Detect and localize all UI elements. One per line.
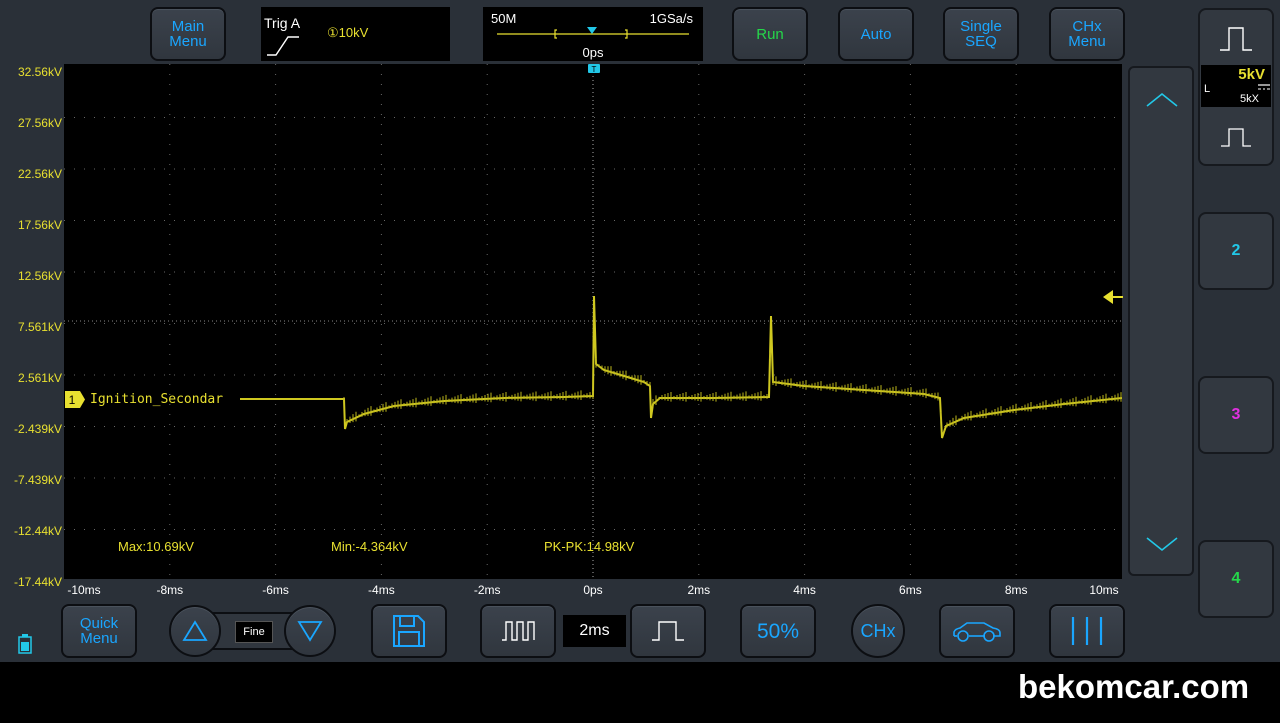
watermark: bekomcar.com <box>1018 668 1250 705</box>
x-axis-label: -4ms <box>368 583 395 597</box>
chevron-up-icon[interactable] <box>1145 90 1179 110</box>
y-axis-label: 2.561kV <box>17 371 62 385</box>
main-menu-label: Main Menu <box>169 18 207 50</box>
measurement-max: Max:10.69kV <box>118 539 194 554</box>
single-pulse-icon <box>652 621 684 641</box>
timebase-increase-button[interactable] <box>630 604 706 658</box>
x-axis-label: 0ps <box>583 583 603 597</box>
y-axis-label: -2.439kV <box>13 422 62 436</box>
x-axis-label: -2ms <box>473 583 501 597</box>
channel1-marker-number: 1 <box>69 393 76 407</box>
battery-icon <box>18 634 32 654</box>
timebase-offset: 0ps <box>582 45 604 60</box>
trigger-position-marker-icon: T <box>588 64 600 74</box>
quick-menu-button[interactable]: Quick Menu <box>61 604 137 658</box>
main-menu-button[interactable]: Main Menu <box>150 7 226 61</box>
chx-menu-button[interactable]: CHx Menu <box>1049 7 1125 61</box>
y-axis-label: 17.56kV <box>17 218 62 232</box>
channel1-scale-box[interactable]: 5kV L 5kX <box>1201 65 1271 107</box>
x-axis-label: 2ms <box>687 583 711 597</box>
y-axis-label: 22.56kV <box>17 167 62 181</box>
y-axis-label: 12.56kV <box>17 269 62 283</box>
fine-down-button[interactable] <box>284 605 336 657</box>
channel2-button[interactable]: 2 <box>1198 212 1274 290</box>
run-label: Run <box>756 25 784 43</box>
single-seq-label: Single SEQ <box>960 18 1002 50</box>
y-axis-label: -12.44kV <box>13 524 62 538</box>
measurement-pkpk: PK-PK:14.98kV <box>544 539 635 554</box>
oscilloscope-app: Main Menu Trig A ①10kV 50M 1GSa/s 0ps Ru… <box>0 0 1280 662</box>
quick-menu-label: Quick Menu <box>79 615 119 647</box>
single-seq-button[interactable]: Single SEQ <box>943 7 1019 61</box>
timebase-position-bar <box>497 27 689 39</box>
channel4-label: 4 <box>1231 570 1241 587</box>
x-axis-label: -8ms <box>156 583 184 597</box>
channel1-marker[interactable]: 1 <box>65 391 85 408</box>
y-axis-label: 32.56kV <box>17 65 62 79</box>
waveform-display[interactable] <box>64 64 1122 579</box>
channel1-coupling: L <box>1204 83 1211 95</box>
y-axis-label: 7.561kV <box>17 320 62 334</box>
y-axis-label: 27.56kV <box>17 116 62 130</box>
chx-button[interactable]: CHx <box>851 604 905 658</box>
chevron-down-icon[interactable] <box>1145 534 1179 554</box>
chx-menu-label: CHx Menu <box>1068 18 1106 50</box>
memory-depth: 50M <box>491 11 517 26</box>
cursor-lines-icon <box>1071 617 1103 645</box>
sample-rate: 1GSa/s <box>649 11 693 26</box>
x-axis-label: 4ms <box>793 583 816 597</box>
fine-mode-toggle[interactable]: Fine <box>235 621 273 643</box>
run-stop-button[interactable]: Run <box>732 7 808 61</box>
auto-diagnostics-button[interactable] <box>939 604 1015 658</box>
trigger-level: ①10kV <box>327 25 369 40</box>
pulse-train-icon <box>502 621 535 641</box>
fifty-percent-button[interactable]: 50% <box>740 604 816 658</box>
x-axis-label: 10ms <box>1089 583 1119 597</box>
trigger-title: Trig A <box>264 15 301 31</box>
chx-label: CHx <box>860 620 896 641</box>
single-pulse-icon <box>1221 128 1251 147</box>
fine-label: Fine <box>243 626 265 638</box>
y-axis-label: -7.439kV <box>13 473 62 487</box>
trigger-edge-icon <box>267 36 299 56</box>
channel3-label: 3 <box>1231 406 1241 423</box>
auto-label: Auto <box>860 25 892 43</box>
x-axis-label: 6ms <box>899 583 922 597</box>
car-icon <box>953 622 1001 642</box>
channel3-button[interactable]: 3 <box>1198 376 1274 454</box>
down-triangle-icon <box>297 621 323 642</box>
channel1-trace-noise <box>343 352 1122 434</box>
save-button[interactable] <box>371 604 447 658</box>
trigger-level-arrow-icon[interactable] <box>1103 289 1123 305</box>
measurement-min: Min:-4.364kV <box>331 539 408 554</box>
x-axis-label: -6ms <box>262 583 289 597</box>
svg-text:T: T <box>592 65 597 74</box>
channel1-probe: 5kX <box>1240 93 1259 105</box>
x-axis-label: 8ms <box>1004 583 1028 597</box>
channel4-button[interactable]: 4 <box>1198 540 1274 618</box>
fine-up-button[interactable] <box>169 605 221 657</box>
channel1-volts-per-div: 5kV <box>1238 66 1265 83</box>
single-pulse-icon <box>1220 27 1252 51</box>
save-disk-icon <box>393 615 425 647</box>
x-axis-label: -10ms <box>67 583 101 597</box>
timebase-value[interactable]: 2ms <box>563 615 626 647</box>
vertical-scale-strip[interactable] <box>1128 66 1194 576</box>
trigger-panel[interactable]: Trig A ①10kV <box>261 7 450 61</box>
dc-coupling-icon <box>1258 84 1270 90</box>
channel2-label: 2 <box>1231 242 1241 259</box>
auto-button[interactable]: Auto <box>838 7 914 61</box>
timebase-value-label: 2ms <box>579 622 610 639</box>
cursors-button[interactable] <box>1049 604 1125 658</box>
y-axis-label: -17.44kV <box>13 575 62 589</box>
timebase-decrease-button[interactable] <box>480 604 556 658</box>
timebase-info-panel[interactable]: 50M 1GSa/s 0ps <box>483 7 703 61</box>
fifty-percent-label: 50% <box>756 619 800 643</box>
channel1-trace <box>240 295 1122 439</box>
channel1-name: Ignition_Secondar <box>90 392 224 407</box>
up-triangle-icon <box>182 620 208 641</box>
